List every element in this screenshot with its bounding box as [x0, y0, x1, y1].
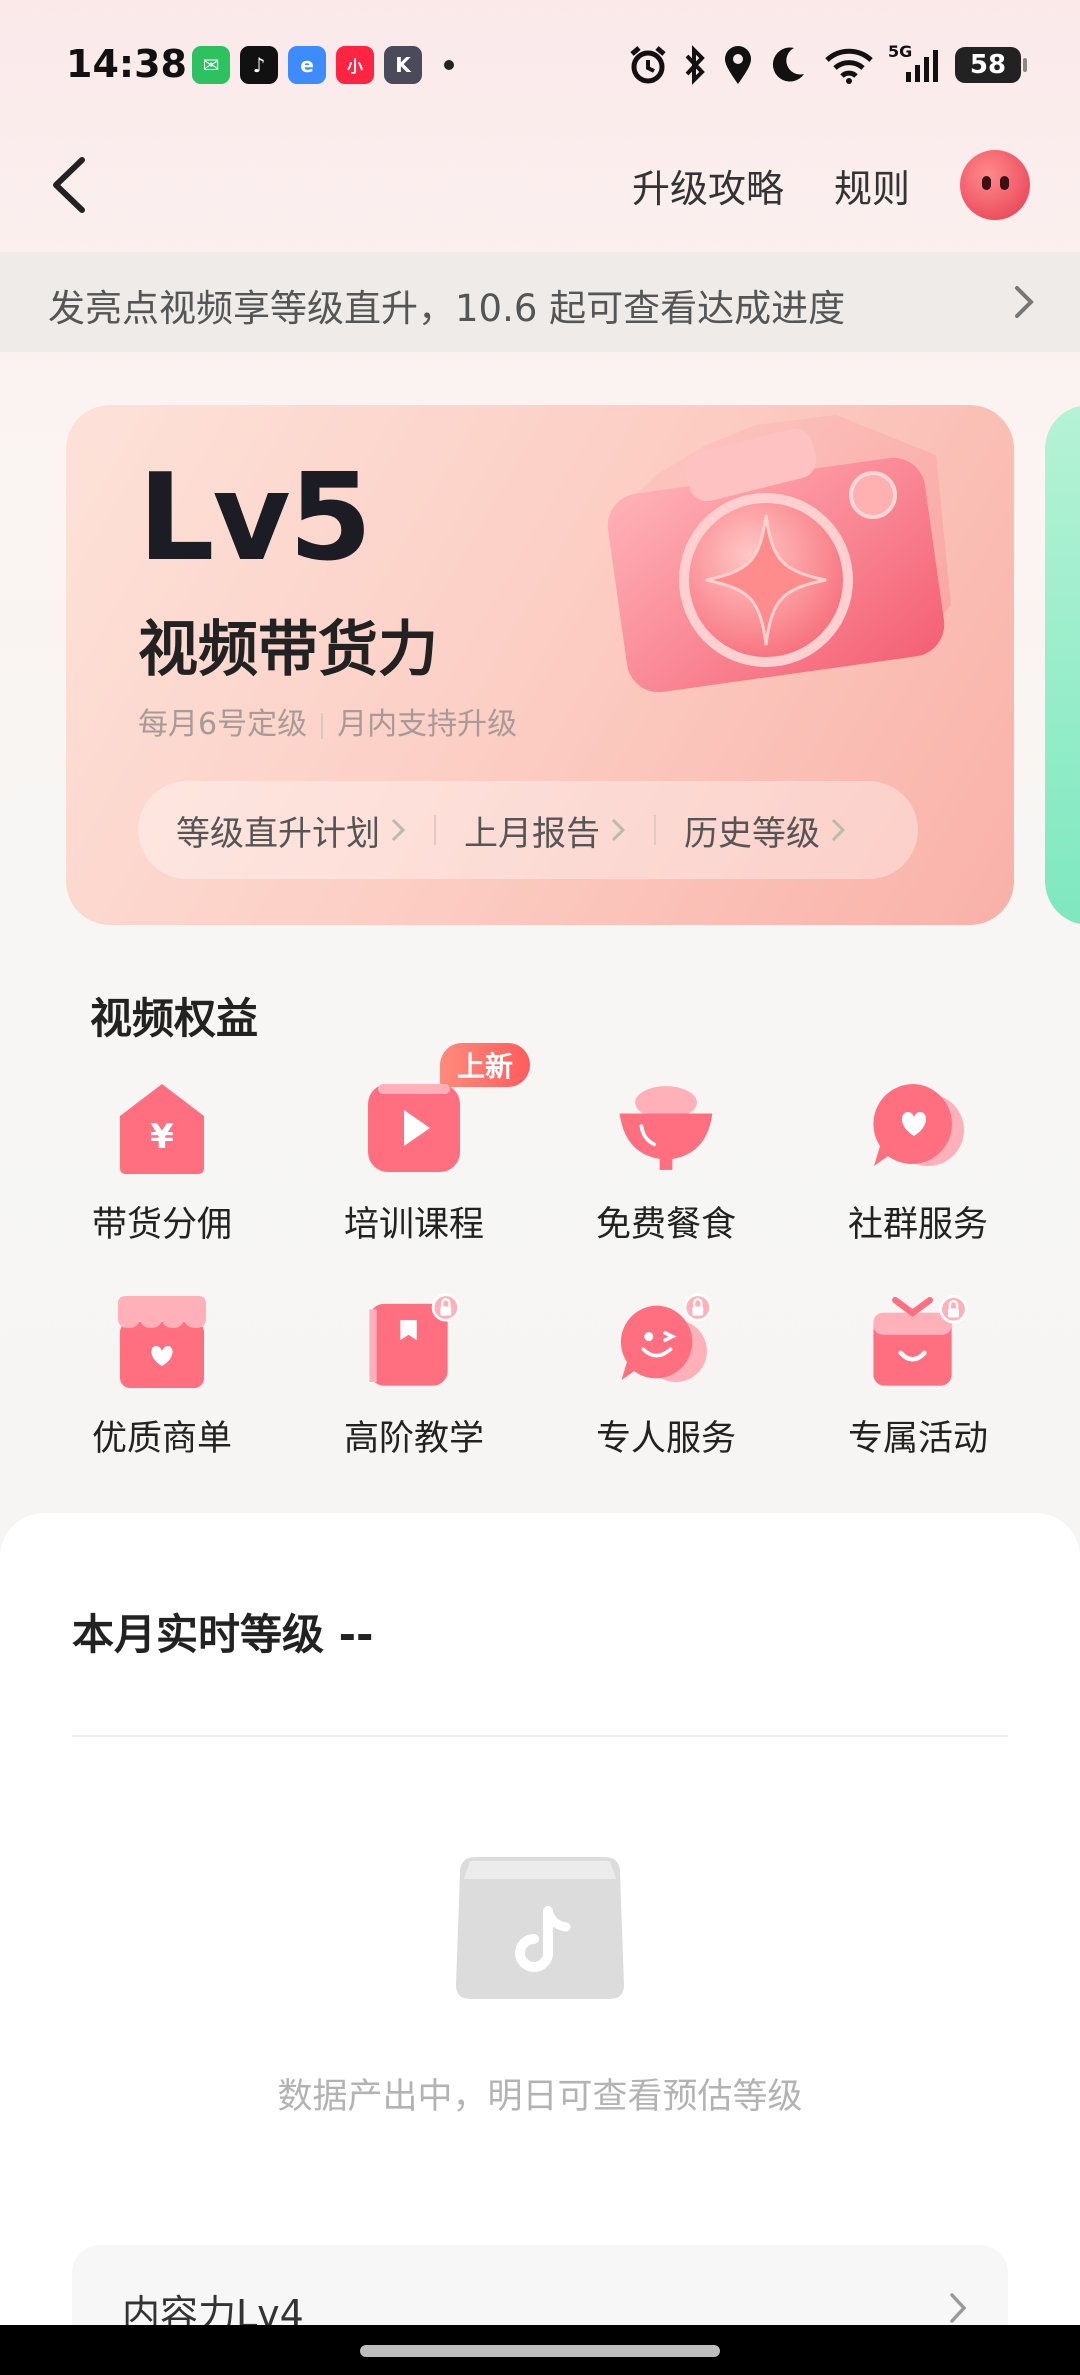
- benefit-quality-orders[interactable]: 优质商单: [42, 1292, 282, 1482]
- benefit-label: 专属活动: [847, 1419, 988, 1459]
- douyin-icon: ♪: [240, 46, 278, 84]
- empty-state-text: 数据产出中，明日可查看预估等级: [277, 2077, 803, 2117]
- benefit-label: 带货分佣: [91, 1205, 232, 1245]
- benefit-label: 社群服务: [847, 1205, 988, 1245]
- chevron-right-icon: [391, 818, 406, 842]
- chevron-right-icon: [1015, 286, 1034, 318]
- empty-box-icon: [456, 1857, 624, 1999]
- benefit-dedicated-service[interactable]: 专人服务: [546, 1292, 786, 1482]
- direct-upgrade-plan-button[interactable]: 等级直升计划: [176, 806, 406, 855]
- benefits-section-title: 视频权益: [90, 994, 259, 1043]
- wifi-icon: [825, 48, 873, 84]
- benefit-training[interactable]: 培训课程: [294, 1078, 534, 1268]
- benefit-advanced-teaching[interactable]: 高阶教学: [294, 1292, 534, 1482]
- signal-icon: [906, 50, 938, 82]
- notice-banner[interactable]: 发亮点视频享等级直升，10.6 起可查看达成进度: [0, 252, 1080, 352]
- current-level: Lv5: [138, 449, 372, 588]
- benefit-label: 优质商单: [91, 1419, 232, 1459]
- history-level-button[interactable]: 历史等级: [684, 806, 846, 855]
- benefit-label: 免费餐食: [595, 1205, 736, 1245]
- last-month-report-label: 上月报告: [464, 813, 600, 854]
- divider: [72, 1735, 1008, 1737]
- wink-chat-icon: [620, 1293, 712, 1382]
- level-card-subtitle: 每月6号定级 月内支持升级: [138, 699, 517, 743]
- rating-date-text: 每月6号定级: [138, 707, 308, 742]
- benefit-commission[interactable]: ¥ 带货分佣: [42, 1078, 282, 1268]
- bluetooth-icon: [685, 45, 705, 85]
- book-icon: [369, 1293, 460, 1386]
- heart-chat-icon: [873, 1083, 964, 1166]
- chevron-left-icon: [53, 157, 85, 213]
- realtime-level-title: 本月实时等级 --: [72, 1610, 374, 1659]
- status-time: 14:38: [66, 42, 187, 86]
- chevron-right-icon: [831, 818, 846, 842]
- last-month-report-button[interactable]: 上月报告: [464, 806, 626, 855]
- wechat-icon: ✉: [192, 46, 230, 84]
- chevron-right-icon: [611, 818, 626, 842]
- next-level-card-peek[interactable]: [1045, 405, 1080, 925]
- system-nav-bar: [0, 2325, 1080, 2375]
- level-card-title: 视频带货力: [138, 615, 438, 685]
- gift-box-icon: [873, 1295, 968, 1386]
- status-bar: 14:38 ✉ ♪ e 小 K 5G 58: [0, 0, 1080, 130]
- upgrade-support-text: 月内支持升级: [337, 707, 518, 742]
- house-yuan-icon: ¥: [120, 1084, 204, 1174]
- moon-icon: [772, 47, 804, 82]
- rice-bowl-icon: [619, 1086, 713, 1170]
- benefit-free-meal[interactable]: 免费餐食: [546, 1078, 786, 1268]
- xiaohongshu-icon: 小: [336, 46, 374, 84]
- benefit-community[interactable]: 社群服务: [798, 1078, 1038, 1268]
- level-card[interactable]: Lv5 视频带货力 每月6号定级 月内支持升级 等级直升计划 上月报告 历史等级: [66, 405, 1014, 925]
- level-actions-bar: 等级直升计划 上月报告 历史等级: [138, 781, 918, 879]
- home-indicator[interactable]: [360, 2345, 720, 2357]
- svg-text:¥: ¥: [150, 1117, 174, 1157]
- shop-heart-icon: [118, 1296, 206, 1388]
- realtime-level-panel: 本月实时等级 -- 数据产出中，明日可查看预估等级 内容力Lv4: [0, 1513, 1080, 2375]
- benefit-label: 高阶教学: [343, 1419, 484, 1459]
- app-k-icon: K: [384, 46, 422, 84]
- upgrade-guide-link[interactable]: 升级攻略: [632, 158, 784, 213]
- play-icon: [368, 1084, 460, 1172]
- direct-upgrade-plan-label: 等级直升计划: [176, 813, 380, 854]
- benefit-exclusive-events[interactable]: 专属活动: [798, 1292, 1038, 1482]
- benefit-label: 培训课程: [343, 1205, 484, 1245]
- history-level-label: 历史等级: [684, 813, 820, 854]
- app-blue-icon: e: [288, 46, 326, 84]
- benefit-label: 专人服务: [595, 1419, 736, 1459]
- notice-text: 发亮点视频享等级直升，10.6 起可查看达成进度: [48, 287, 846, 330]
- battery-indicator: 58: [955, 47, 1027, 83]
- alarm-icon: [630, 46, 666, 84]
- location-icon: [725, 46, 751, 84]
- back-button[interactable]: [44, 150, 104, 220]
- notification-dot-icon: [444, 60, 454, 70]
- rules-link[interactable]: 规则: [834, 158, 910, 213]
- camera-3d-icon: [607, 415, 951, 693]
- mascot-avatar[interactable]: [960, 150, 1030, 220]
- chevron-right-icon: [950, 2293, 967, 2323]
